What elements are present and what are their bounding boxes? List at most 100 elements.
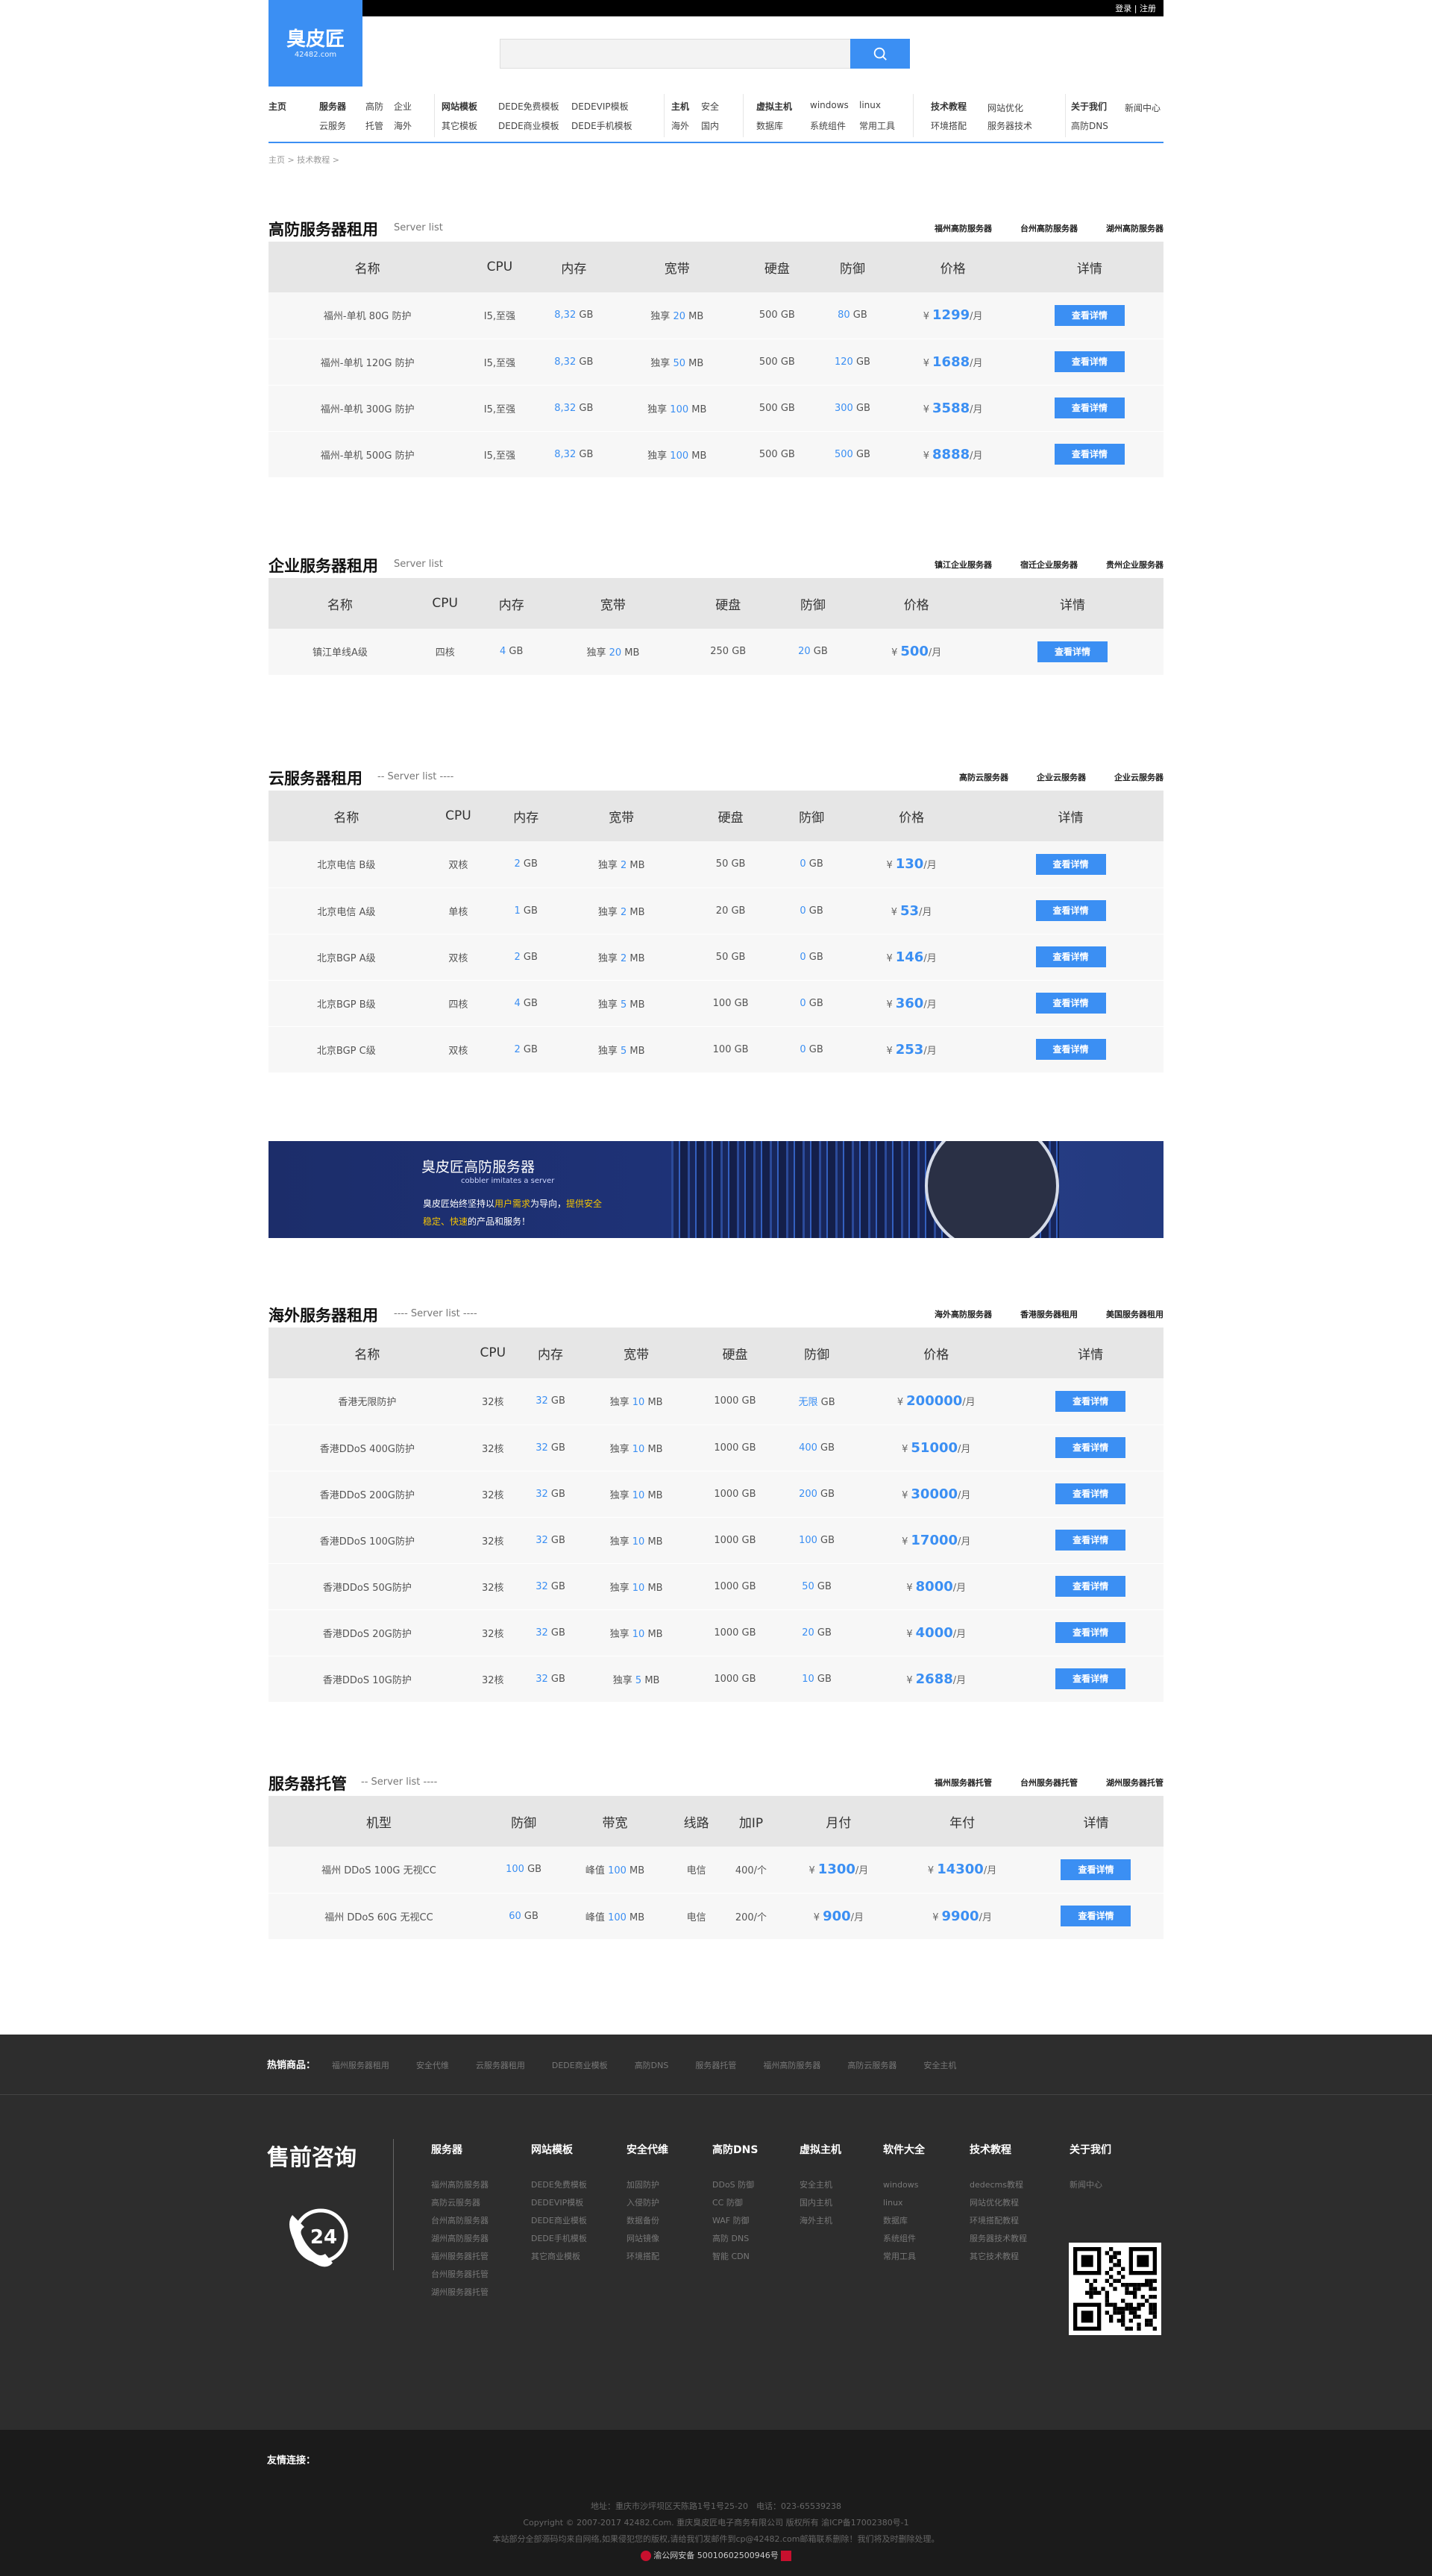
footer-link[interactable]: 智能 CDN — [712, 2248, 758, 2266]
view-detail-button[interactable]: 查看详情 — [1055, 1530, 1126, 1551]
table-cell: 查看详情 — [1017, 1471, 1164, 1517]
section-link[interactable]: 海外高防服务器 — [935, 1310, 992, 1319]
hot-item[interactable]: 高防云服务器 — [847, 2061, 896, 2070]
footer-link[interactable]: DEDEVIP模板 — [531, 2194, 587, 2212]
footer-link[interactable]: 常用工具 — [883, 2248, 925, 2266]
view-detail-button[interactable]: 查看详情 — [1055, 1390, 1126, 1412]
hot-item[interactable]: 高防DNS — [635, 2061, 669, 2070]
defense-value: 400 — [799, 1442, 817, 1454]
view-detail-button[interactable]: 查看详情 — [1035, 1039, 1106, 1060]
hot-item[interactable]: 云服务器租用 — [476, 2061, 525, 2070]
footer-link[interactable]: 环境搭配 — [626, 2248, 668, 2266]
section-link[interactable]: 福州高防服务器 — [935, 224, 992, 233]
view-detail-button[interactable]: 查看详情 — [1035, 993, 1106, 1014]
table-cell: 福州-单机 80G 防护 — [268, 292, 466, 339]
view-detail-button[interactable]: 查看详情 — [1055, 1437, 1126, 1458]
view-detail-button[interactable]: 查看详情 — [1055, 1576, 1126, 1597]
footer-link[interactable]: 网站镜像 — [626, 2230, 668, 2248]
footer-link[interactable]: CC 防御 — [712, 2194, 758, 2212]
footer-link[interactable]: linux — [883, 2194, 925, 2212]
defense-value: 100 — [506, 1864, 524, 1876]
footer-link[interactable]: dedecms教程 — [970, 2176, 1027, 2194]
section-link[interactable]: 宿迁企业服务器 — [1020, 560, 1078, 570]
view-detail-button[interactable]: 查看详情 — [1055, 1483, 1126, 1504]
hot-item[interactable]: DEDE商业模板 — [552, 2061, 608, 2070]
price-unit: /月 — [928, 647, 942, 659]
footer-link[interactable]: 台州服务器托管 — [431, 2266, 489, 2284]
price-unit: /月 — [970, 357, 983, 369]
footer-link[interactable]: 福州高防服务器 — [431, 2176, 489, 2194]
footer-address: 地址：重庆市沙坪坝区天陈路1号1号25-20 电话：023-65539238 — [591, 2501, 841, 2511]
footer-link[interactable]: DEDE免费模板 — [531, 2176, 587, 2194]
footer-link[interactable]: 网站优化教程 — [970, 2194, 1027, 2212]
unit: MB — [644, 1489, 663, 1501]
view-detail-button[interactable]: 查看详情 — [1054, 351, 1125, 372]
section-link[interactable]: 企业云服务器 — [1114, 773, 1164, 782]
hot-item[interactable]: 安全代维 — [416, 2061, 449, 2070]
footer-link[interactable]: DEDE手机模板 — [531, 2230, 587, 2248]
footer-link[interactable]: 海外主机 — [800, 2212, 841, 2230]
section-link[interactable]: 福州服务器托管 — [935, 1778, 992, 1788]
footer-link[interactable]: 台州高防服务器 — [431, 2212, 489, 2230]
view-detail-button[interactable]: 查看详情 — [1037, 641, 1108, 662]
section-link[interactable]: 香港服务器租用 — [1020, 1310, 1078, 1319]
view-detail-button[interactable]: 查看详情 — [1054, 444, 1125, 465]
hot-products: 热销商品： 福州服务器租用 安全代维 云服务器租用 DEDE商业模板 高防DNS 服务器托… — [267, 2057, 983, 2071]
view-detail-button[interactable]: 查看详情 — [1061, 1859, 1131, 1880]
register-link[interactable]: 注册 — [1140, 4, 1156, 13]
view-detail-button[interactable]: 查看详情 — [1035, 900, 1106, 921]
footer-link[interactable]: 入侵防护 — [626, 2194, 668, 2212]
view-detail-button[interactable]: 查看详情 — [1035, 853, 1106, 875]
view-detail-button[interactable]: 查看详情 — [1054, 398, 1125, 418]
footer-link[interactable]: 环境搭配教程 — [970, 2212, 1027, 2230]
column-header: 名称 — [354, 1347, 380, 1363]
footer-link[interactable]: 湖州服务器托管 — [431, 2284, 489, 2302]
search-button[interactable] — [850, 39, 910, 69]
section-link[interactable]: 湖州高防服务器 — [1106, 224, 1164, 233]
section-link[interactable]: 高防云服务器 — [959, 773, 1008, 782]
footer-link[interactable]: 新闻中心 — [1070, 2176, 1111, 2194]
footer-link[interactable]: DEDE商业模板 — [531, 2212, 587, 2230]
view-detail-button[interactable]: 查看详情 — [1061, 1906, 1131, 1926]
police-record[interactable]: 渝公网安备 50010602500946号 — [0, 2548, 1432, 2564]
footer-link[interactable]: 湖州高防服务器 — [431, 2230, 489, 2248]
section-link[interactable]: 台州服务器托管 — [1020, 1778, 1078, 1788]
section-link[interactable]: 企业云服务器 — [1037, 773, 1086, 782]
hot-item[interactable]: 安全主机 — [923, 2061, 956, 2070]
search-box[interactable] — [500, 39, 910, 69]
login-link[interactable]: 登录 — [1115, 4, 1131, 13]
section-link[interactable]: 台州高防服务器 — [1020, 224, 1078, 233]
footer-link[interactable]: 安全主机 — [800, 2176, 841, 2194]
view-detail-button[interactable]: 查看详情 — [1054, 304, 1125, 326]
promo-banner[interactable]: 臭皮匠高防服务器 cobbler imitates a server 臭皮匠始终… — [268, 1141, 1164, 1238]
footer-link[interactable]: 系统组件 — [883, 2230, 925, 2248]
footer-link[interactable]: WAF 防御 — [712, 2212, 758, 2230]
view-detail-button[interactable]: 查看详情 — [1055, 1622, 1126, 1643]
table-cell: 1000 GB — [691, 1563, 779, 1609]
footer-link[interactable]: 国内主机 — [800, 2194, 841, 2212]
hot-item[interactable]: 福州高防服务器 — [763, 2061, 820, 2070]
footer-link[interactable]: 其它商业模板 — [531, 2248, 587, 2266]
defense-value: 0 — [800, 1043, 806, 1055]
table-cell: 0 GB — [778, 980, 845, 1026]
footer-link[interactable]: 高防 DNS — [712, 2230, 758, 2248]
footer-link[interactable]: 高防云服务器 — [431, 2194, 489, 2212]
server-name: 福州-单机 300G 防护 — [320, 403, 415, 415]
section-link[interactable]: 美国服务器租用 — [1106, 1310, 1164, 1319]
view-detail-button[interactable]: 查看详情 — [1055, 1668, 1126, 1689]
section-link[interactable]: 镇江企业服务器 — [935, 560, 992, 570]
footer-link[interactable]: 其它技术教程 — [970, 2248, 1027, 2266]
footer-link[interactable]: 福州服务器托管 — [431, 2248, 489, 2266]
footer-link[interactable]: 数据库 — [883, 2212, 925, 2230]
footer-link[interactable]: windows — [883, 2176, 925, 2194]
footer-link[interactable]: 服务器技术教程 — [970, 2230, 1027, 2248]
view-detail-button[interactable]: 查看详情 — [1035, 946, 1106, 967]
hot-item[interactable]: 福州服务器租用 — [332, 2061, 389, 2070]
hot-item[interactable]: 服务器托管 — [695, 2061, 736, 2070]
footer-link[interactable]: 加固防护 — [626, 2176, 668, 2194]
site-logo[interactable]: 臭皮匠 42482.com — [268, 0, 362, 87]
footer-link[interactable]: 数据备份 — [626, 2212, 668, 2230]
section-link[interactable]: 湖州服务器托管 — [1106, 1778, 1164, 1788]
section-link[interactable]: 贵州企业服务器 — [1106, 560, 1164, 570]
footer-link[interactable]: DDoS 防御 — [712, 2176, 758, 2194]
